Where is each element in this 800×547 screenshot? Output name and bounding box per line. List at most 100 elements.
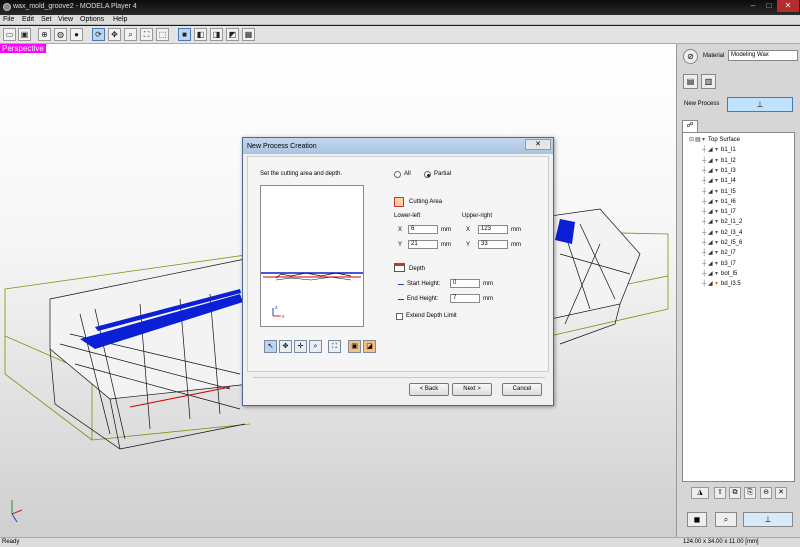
lower-left-y-input[interactable]: 21 xyxy=(408,240,438,249)
cut-icon[interactable]: ⊥ xyxy=(743,512,793,527)
toolpath-icon: ◢ xyxy=(708,178,713,185)
right-panel: ⊘ Material Modeling Wax ▤ ▥ New Process … xyxy=(676,44,800,537)
ur-x-unit: mm xyxy=(511,227,521,233)
simulate-icon[interactable]: ⌕ xyxy=(715,512,737,527)
tree-item[interactable]: ┼ ◢ ▾ b1_l7 xyxy=(702,208,736,217)
save-icon[interactable]: ▣ xyxy=(18,28,31,41)
ur-y-label: Y xyxy=(466,242,471,248)
tree-item-label: b1_l2 xyxy=(721,157,736,164)
box-top-icon[interactable]: ◧ xyxy=(194,28,207,41)
back-button[interactable]: < Back xyxy=(409,383,449,396)
tree-tool-icon-6[interactable]: ✕ xyxy=(775,487,787,499)
title-bar: wax_mold_groove2 - MODELA Player 4 – □ ✕ xyxy=(0,0,800,15)
zoom-tool-icon[interactable]: ⌕ xyxy=(309,340,322,353)
select-tool-icon[interactable]: ↖ xyxy=(264,340,277,353)
fit-tool-icon[interactable]: ⛶ xyxy=(328,340,341,353)
menu-options[interactable]: Options xyxy=(80,16,104,23)
tree-item[interactable]: ┼ ◢ ▾ b1_l2 xyxy=(702,157,736,166)
area-reset-icon[interactable]: ◪ xyxy=(363,340,376,353)
rotate-icon[interactable]: ⟳ xyxy=(92,28,105,41)
grid-icon[interactable]: ▦ xyxy=(242,28,255,41)
maximize-button[interactable]: □ xyxy=(761,0,777,12)
window-title: wax_mold_groove2 - MODELA Player 4 xyxy=(13,3,137,10)
tree-tool-icon-5[interactable]: ⊖ xyxy=(760,487,772,499)
ll-y-unit: mm xyxy=(441,242,451,248)
tree-item[interactable]: ┼ ◢ ▾ b1_l5 xyxy=(702,188,736,197)
tree-item[interactable]: ┼ ◢ ▾ b2_l3_4 xyxy=(702,229,742,238)
radio-partial[interactable] xyxy=(424,171,431,178)
box-iso-icon[interactable]: ◩ xyxy=(226,28,239,41)
minimize-button[interactable]: – xyxy=(745,0,761,12)
lower-left-x-input[interactable]: 6 xyxy=(408,225,438,234)
end-height-label: End Height: xyxy=(407,296,439,302)
tree-item[interactable]: ┼ ◢ ▾ bd_l3.5 xyxy=(702,280,741,289)
upper-right-x-input[interactable]: 123 xyxy=(478,225,508,234)
cancel-button[interactable]: Cancel xyxy=(502,383,542,396)
ur-x-label: X xyxy=(466,227,471,233)
menu-help[interactable]: Help xyxy=(113,16,127,23)
end-height-line-icon xyxy=(398,299,404,300)
tree-item-label: b1_l4 xyxy=(721,178,736,185)
process-tree[interactable]: ⊟▤▾ Top Surface ┼ ◢ ▾ b1_l1 ┼ ◢ ▾ b1_l2 ┼ ◢ ▾ b1_l3 ┼ ◢… xyxy=(682,132,795,482)
close-button[interactable]: ✕ xyxy=(777,0,799,12)
tree-tab[interactable]: ☍ xyxy=(682,120,698,132)
radio-all[interactable] xyxy=(394,171,401,178)
tree-item[interactable]: ┼ ◢ ▾ b2_l7 xyxy=(702,249,736,258)
menu-file[interactable]: File xyxy=(3,16,14,23)
end-height-input[interactable]: 7 xyxy=(450,294,480,303)
menu-set[interactable]: Set xyxy=(41,16,52,23)
toolbar: ▭ ▣ ⊕ ◍ ● ⟳ ✥ ⌕ ⛶ ⬚ ■ ◧ ◨ ◩ ▦ xyxy=(0,26,800,44)
model-dimensions: 124.00 x 34.00 x 11.00 [mm] xyxy=(683,539,759,545)
tree-item[interactable]: ┼ ◢ ▾ b2_l1_2 xyxy=(702,218,742,227)
extend-depth-label: Extend Depth Limit xyxy=(406,313,457,319)
menu-edit[interactable]: Edit xyxy=(22,16,34,23)
box-side-icon[interactable]: ◨ xyxy=(210,28,223,41)
tree-tool-icon-1[interactable]: ◮ xyxy=(691,487,709,499)
zoom-icon[interactable]: ⌕ xyxy=(124,28,137,41)
tree-tool-icon-4[interactable]: ⎘ xyxy=(744,487,756,499)
extend-depth-checkbox[interactable] xyxy=(396,313,403,320)
zoom-fit-icon[interactable]: ⛶ xyxy=(140,28,153,41)
dialog-close-button[interactable]: ✕ xyxy=(525,139,551,150)
toolpath-icon: ◢ xyxy=(708,167,713,174)
tree-item[interactable]: ┼ ◢ ▾ b1_l1 xyxy=(702,146,736,155)
move-area-icon[interactable]: ✥ xyxy=(279,340,292,353)
globe-solid-icon[interactable]: ● xyxy=(70,28,83,41)
upper-right-y-input[interactable]: 33 xyxy=(478,240,508,249)
globe-icon[interactable]: ◍ xyxy=(54,28,67,41)
next-button[interactable]: Next > xyxy=(452,383,492,396)
box-front-icon[interactable]: ■ xyxy=(178,28,191,41)
tree-tool-icon-3[interactable]: ⧉ xyxy=(729,487,741,499)
tree-item-label: b2_l5_6 xyxy=(721,240,743,246)
pan-icon[interactable]: ✥ xyxy=(108,28,121,41)
tree-item-label: b2_l7 xyxy=(721,250,736,257)
pan-tool-icon[interactable]: ✛ xyxy=(294,340,307,353)
process-list-icon[interactable]: ▤ xyxy=(683,74,698,89)
lower-left-label: Lower-left xyxy=(394,213,421,219)
area-select-icon[interactable]: ▣ xyxy=(348,340,361,353)
material-select[interactable]: Modeling Wax xyxy=(728,50,798,61)
tree-item[interactable]: ┼ ◢ ▾ b1_l6 xyxy=(702,198,736,207)
tree-item[interactable]: ┼ ◢ ▾ b3_l7 xyxy=(702,260,736,269)
start-height-input[interactable]: 0 xyxy=(450,279,480,288)
dialog-title-bar[interactable]: New Process Creation ✕ xyxy=(243,138,553,154)
tree-item[interactable]: ┼ ◢ ▾ b1_l4 xyxy=(702,177,736,186)
toolpath-icon: ◢ xyxy=(708,281,713,288)
new-icon[interactable]: ▭ xyxy=(3,28,16,41)
sphere-wire-icon[interactable]: ⊕ xyxy=(38,28,51,41)
tree-root-item[interactable]: ⊟▤▾ Top Surface xyxy=(689,136,740,145)
svg-text:x: x xyxy=(282,314,285,320)
preview-icon[interactable]: ◼ xyxy=(687,512,707,527)
tree-item-label: b1_l7 xyxy=(721,209,736,216)
new-process-button[interactable]: ⊥ xyxy=(727,97,793,112)
tree-tool-icon-2[interactable]: ⇧ xyxy=(714,487,726,499)
tree-item[interactable]: ┼ ◢ ▾ b2_l5_6 xyxy=(702,239,742,248)
material-icon[interactable]: ⊘ xyxy=(683,49,698,64)
tree-item[interactable]: ┼ ◢ ▾ b1_l3 xyxy=(702,167,736,176)
process-view-icon[interactable]: ▥ xyxy=(701,74,716,89)
cutting-area-icon xyxy=(394,197,404,207)
zoom-window-icon[interactable]: ⬚ xyxy=(156,28,169,41)
menu-view[interactable]: View xyxy=(58,16,73,23)
tree-item[interactable]: ┼ ◢ ▾ bot_l5 xyxy=(702,270,737,279)
dialog-separator xyxy=(253,377,545,378)
